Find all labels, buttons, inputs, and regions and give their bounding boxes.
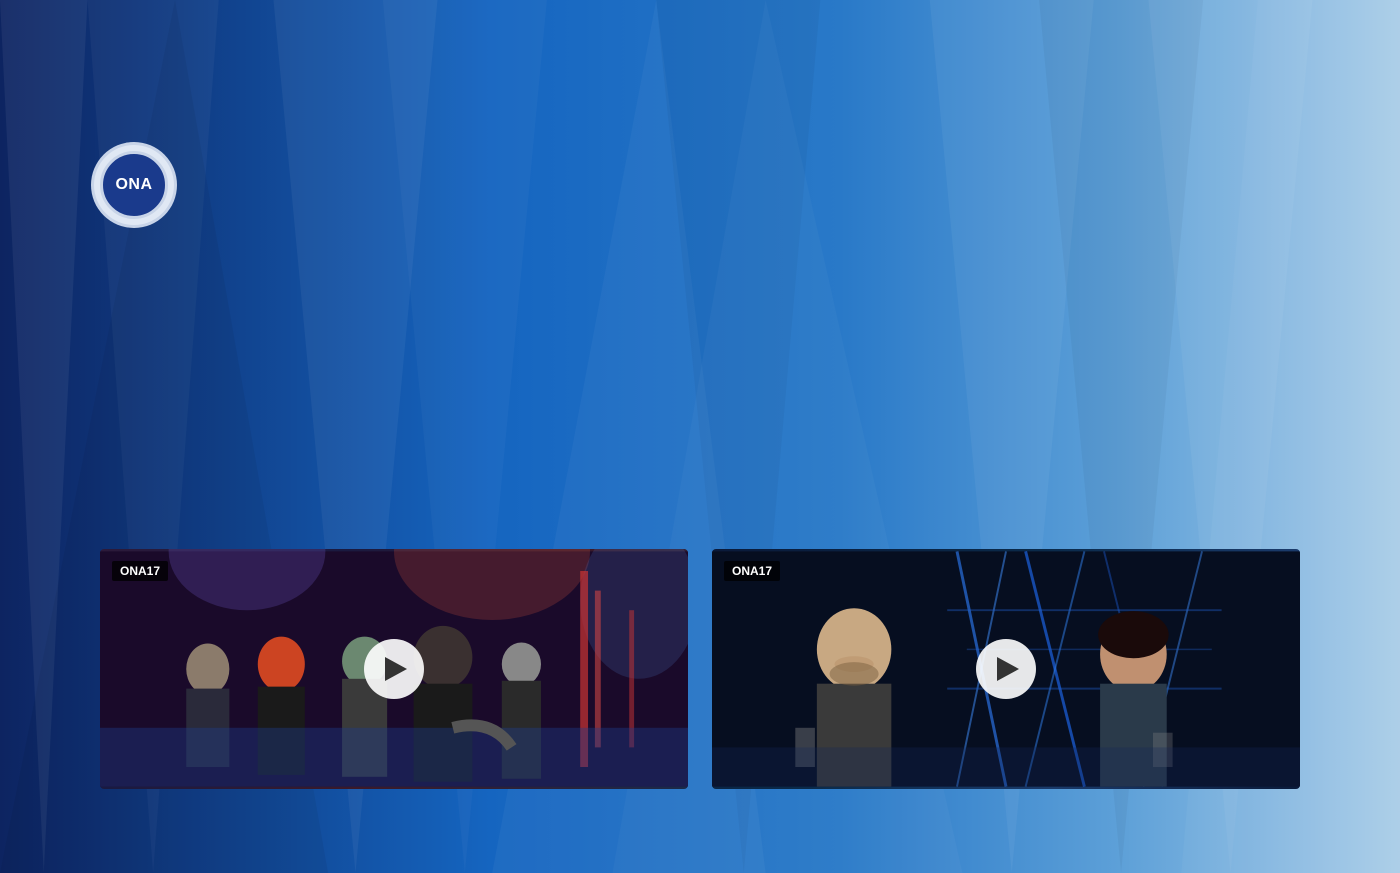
video-label-1: ONA17 [112, 561, 168, 581]
play-button-1[interactable] [364, 639, 424, 699]
play-icon-1 [385, 657, 407, 681]
play-icon-2 [997, 657, 1019, 681]
logo-text: ONA [115, 176, 152, 194]
video-thumb-2[interactable]: ONA17 [712, 549, 1300, 789]
logo-circle: ONA [100, 151, 168, 219]
browser-window: JOIN | RENEW | LOGIN | DONATE ONA ONLINE… [60, 85, 1340, 789]
play-button-2[interactable] [976, 639, 1036, 699]
video-thumb-1[interactable]: ONA17 [100, 549, 688, 789]
video-label-2: ONA17 [724, 561, 780, 581]
utility-bar: JOIN | RENEW | LOGIN | DONATE [60, 85, 1340, 131]
